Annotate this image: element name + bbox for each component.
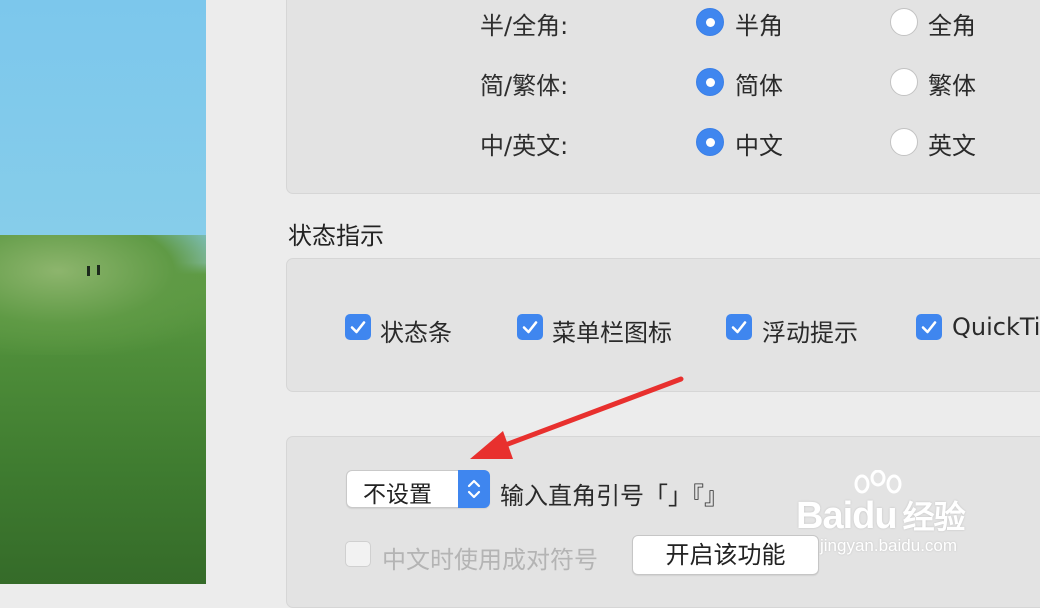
menubar-icon-checkbox[interactable] — [517, 314, 543, 340]
wallpaper-figure — [97, 265, 100, 275]
floating-hint-label: 浮动提示 — [762, 319, 858, 347]
watermark-brand-du: du — [852, 495, 897, 537]
english-option-label: 英文 — [928, 132, 976, 160]
simplified-radio[interactable] — [696, 68, 724, 96]
checkmark-icon — [522, 321, 538, 334]
halfwidth-option-label: 半角 — [735, 12, 783, 40]
wallpaper-figure — [87, 266, 90, 276]
status-bar-label: 状态条 — [380, 319, 452, 347]
status-indicator-title: 状态指示 — [288, 222, 384, 250]
popup-stepper[interactable] — [458, 470, 490, 508]
watermark-url: jingyan.baidu.com — [820, 536, 958, 555]
watermark-brand: Baidu 经验 — [796, 492, 966, 538]
simplified-traditional-label: 简/繁体: — [480, 72, 569, 100]
checkmark-icon — [731, 321, 747, 334]
simplified-option-label: 简体 — [735, 72, 783, 100]
halfwidth-radio[interactable] — [696, 8, 724, 36]
wallpaper-hill — [0, 235, 206, 355]
chinese-option-label: 中文 — [735, 132, 783, 160]
chinese-radio[interactable] — [696, 128, 724, 156]
quote-popup-caption: 输入直角引号「」『』 — [500, 482, 728, 510]
floating-hint-checkbox[interactable] — [726, 314, 752, 340]
pair-symbols-label: 中文时使用成对符号 — [382, 546, 598, 574]
quote-style-value: 不设置 — [363, 482, 432, 508]
enable-feature-button[interactable]: 开启该功能 — [632, 535, 819, 575]
traditional-option-label: 繁体 — [928, 72, 976, 100]
english-radio[interactable] — [890, 128, 918, 156]
watermark-brand-cn: 经验 — [902, 499, 966, 535]
fullwidth-option-label: 全角 — [928, 12, 976, 40]
traditional-radio[interactable] — [890, 68, 918, 96]
pair-symbols-checkbox[interactable] — [345, 541, 371, 567]
quicktip-label: QuickTi — [952, 313, 1040, 341]
watermark-brand-bai: Bai — [796, 495, 853, 537]
status-bar-checkbox[interactable] — [345, 314, 371, 340]
chevron-up-down-icon — [467, 479, 481, 499]
fullwidth-radio[interactable] — [890, 8, 918, 36]
menubar-icon-label: 菜单栏图标 — [552, 319, 672, 347]
input-mode-group — [286, 0, 1040, 194]
desktop-wallpaper — [0, 0, 206, 584]
quote-style-popup[interactable]: 不设置 — [346, 470, 490, 508]
checkmark-icon — [921, 321, 937, 334]
chinese-english-label: 中/英文: — [480, 132, 569, 160]
checkmark-icon — [350, 321, 366, 334]
quicktip-checkbox[interactable] — [916, 314, 942, 340]
halfwidth-fullwidth-label: 半/全角: — [480, 12, 569, 40]
